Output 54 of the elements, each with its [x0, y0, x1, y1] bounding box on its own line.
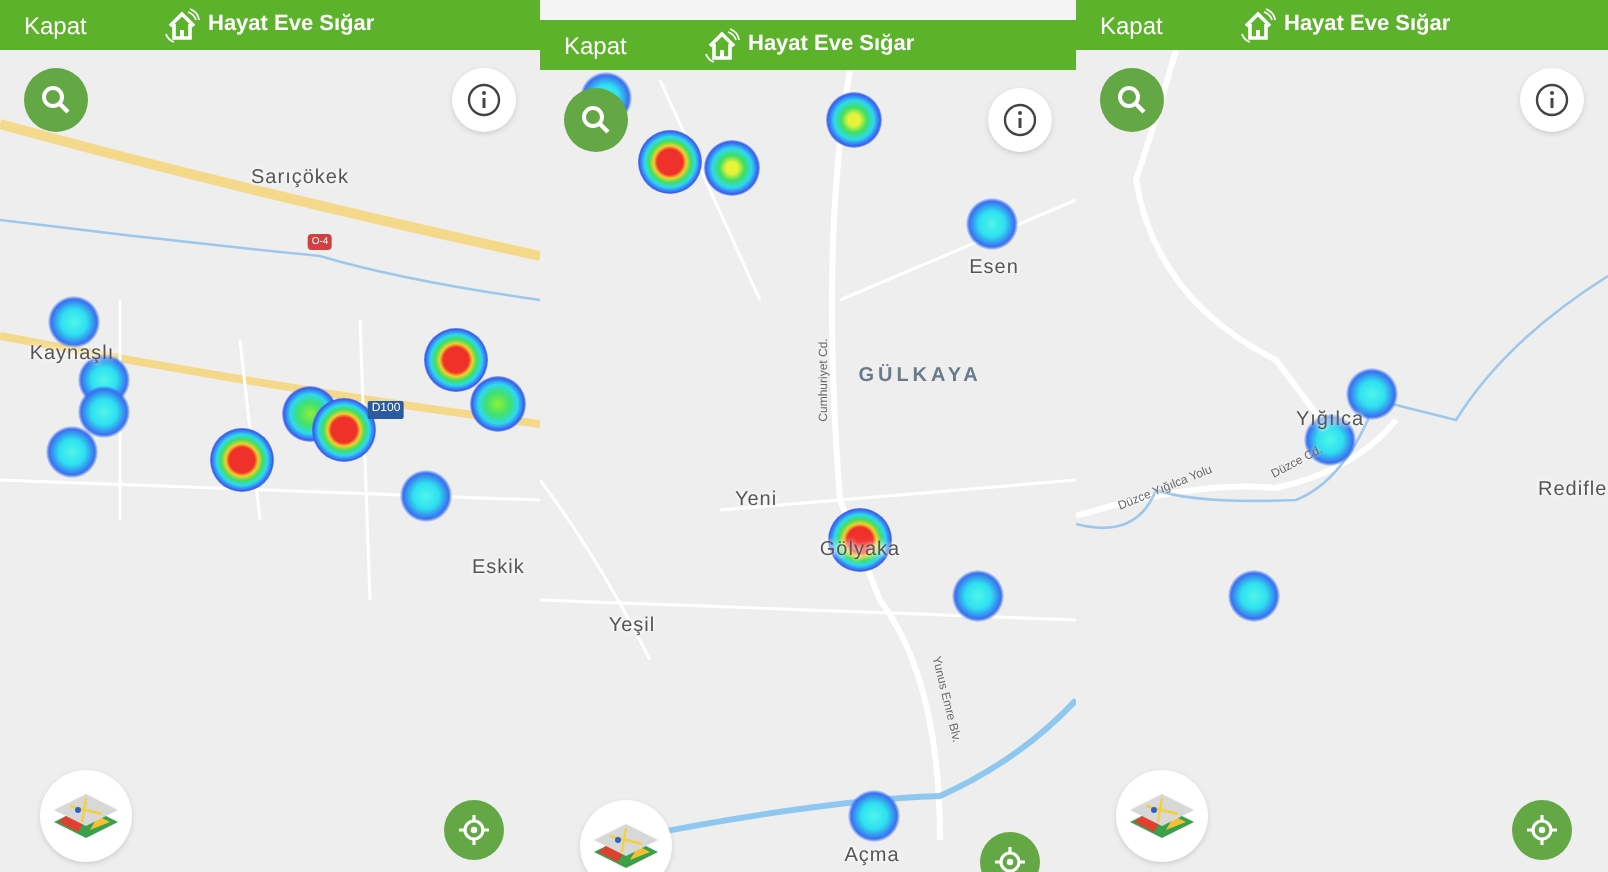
- app-title: Hayat Eve Sığar: [208, 10, 375, 41]
- heat-spot: [424, 328, 488, 392]
- locate-icon: [994, 846, 1026, 872]
- map-layers-icon: [1126, 790, 1198, 842]
- heat-spot: [48, 296, 100, 348]
- district-label: GÜLKAYA: [858, 362, 982, 391]
- locate-icon: [458, 814, 490, 846]
- place-label: Sarıçökek: [251, 165, 349, 193]
- info-button[interactable]: [988, 88, 1052, 152]
- place-label: Esen: [969, 255, 1019, 283]
- place-label: Eskik: [472, 555, 525, 583]
- info-icon: [1534, 82, 1570, 118]
- search-button[interactable]: [564, 88, 628, 152]
- map-layers-button[interactable]: [40, 770, 132, 862]
- locate-icon: [1526, 814, 1558, 846]
- map-layers-icon: [50, 790, 122, 842]
- house-icon: [164, 7, 200, 43]
- heat-spot: [826, 92, 882, 148]
- map-layers-icon: [590, 820, 662, 872]
- close-link[interactable]: Kapat: [1100, 7, 1240, 43]
- heat-spot: [638, 130, 702, 194]
- close-link[interactable]: Kapat: [24, 7, 164, 43]
- place-label: Gölyaka: [819, 537, 901, 565]
- locate-button[interactable]: [444, 800, 504, 860]
- search-icon: [1116, 84, 1148, 116]
- search-button[interactable]: [1100, 68, 1164, 132]
- heat-spot: [704, 140, 760, 196]
- search-button[interactable]: [24, 68, 88, 132]
- map-layers-button[interactable]: [1116, 770, 1208, 862]
- heat-spot: [470, 376, 526, 432]
- info-icon: [1002, 102, 1038, 138]
- info-icon: [466, 82, 502, 118]
- info-button[interactable]: [452, 68, 516, 132]
- heat-spot: [210, 428, 274, 492]
- place-label: Redifle: [1538, 477, 1608, 505]
- locate-button[interactable]: [1512, 800, 1572, 860]
- close-link[interactable]: Kapat: [564, 27, 704, 63]
- info-button[interactable]: [1520, 68, 1584, 132]
- heat-spot: [966, 198, 1018, 250]
- search-icon: [40, 84, 72, 116]
- place-label: Yeşil: [608, 613, 656, 641]
- place-label: Açma: [844, 843, 900, 871]
- app-title: Hayat Eve Sığar: [1284, 10, 1451, 41]
- house-icon: [704, 27, 740, 63]
- heat-spot: [1228, 570, 1280, 622]
- heat-spot: [400, 470, 452, 522]
- heat-spot: [848, 790, 900, 842]
- app-title: Hayat Eve Sığar: [748, 30, 915, 61]
- search-icon: [580, 104, 612, 136]
- house-icon: [1240, 7, 1276, 43]
- heat-spot: [952, 570, 1004, 622]
- place-label: Yeni: [734, 487, 778, 515]
- map-layers-button[interactable]: [580, 800, 672, 872]
- heat-spot: [46, 426, 98, 478]
